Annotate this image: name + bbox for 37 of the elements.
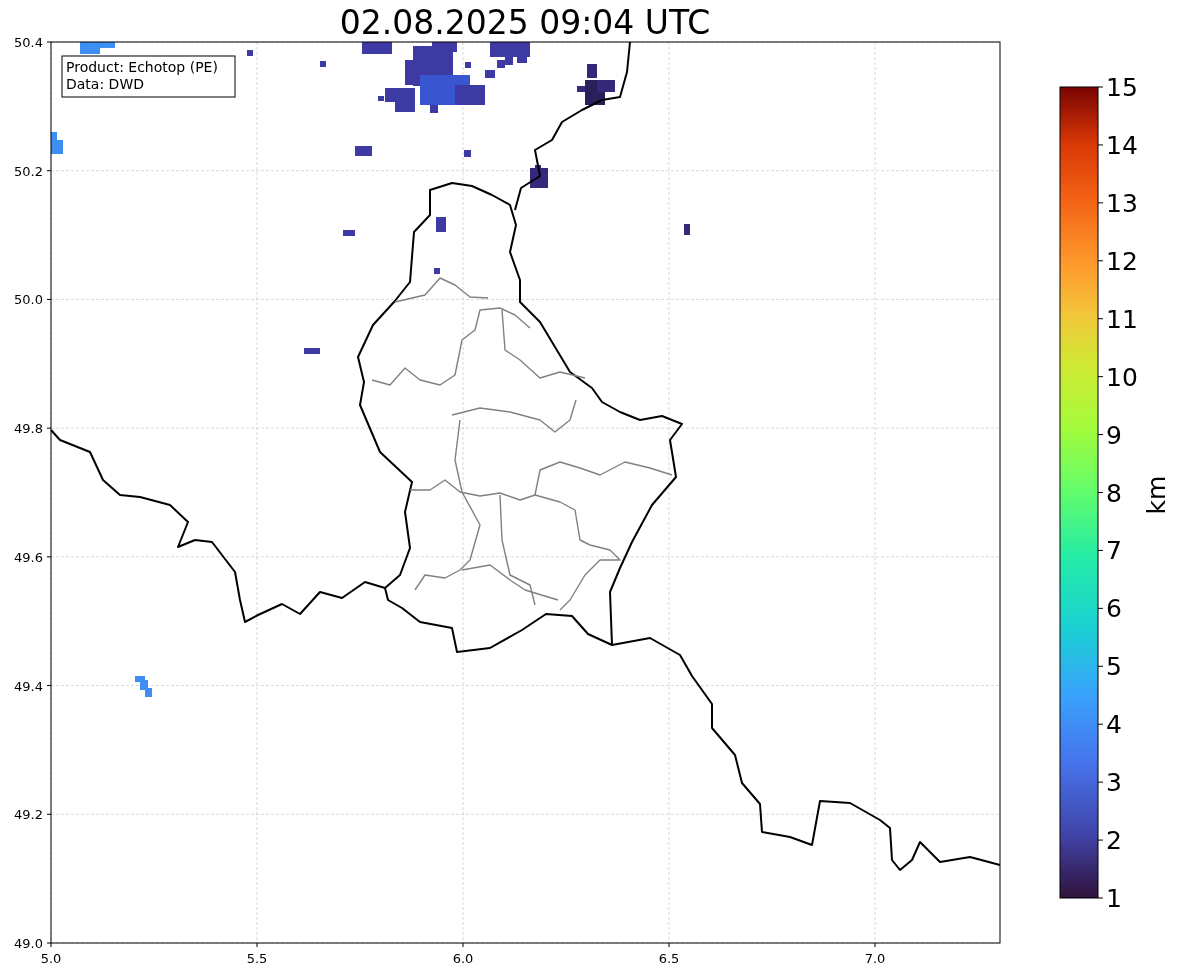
- chart-title: 02.08.2025 09:04 UTC: [339, 3, 711, 42]
- colorbar-tick-label: 2: [1106, 826, 1122, 856]
- colorbar-tick-label: 11: [1106, 304, 1138, 334]
- radar-echo: [80, 42, 115, 54]
- colorbar-tick-label: 5: [1106, 652, 1122, 682]
- y-axis-tick-label: 49.4: [14, 678, 43, 694]
- radar-echo: [577, 64, 615, 105]
- y-axis-tick-label: 50.2: [14, 163, 43, 179]
- colorbar-tick-label: 13: [1106, 188, 1138, 218]
- legend-text: Product: Echotop (PE): [66, 59, 218, 75]
- radar-echo: [684, 224, 690, 235]
- y-axis-tick-label: 49.0: [14, 936, 43, 951]
- colorbar-tick-label: 1: [1106, 884, 1122, 913]
- y-axis-tick-label: 49.2: [14, 807, 43, 823]
- colorbar-tick-label: 12: [1106, 246, 1138, 276]
- colorbar-tick-label: 7: [1106, 536, 1122, 566]
- radar-echo: [51, 132, 63, 154]
- x-axis-tick-label: 5.0: [40, 951, 62, 966]
- colorbar-tick-label: 15: [1106, 73, 1138, 102]
- colorbar-tick-label: 8: [1106, 478, 1122, 508]
- colorbar-tick-label: 10: [1106, 362, 1138, 392]
- radar-echo: [135, 676, 152, 697]
- x-axis-tick-label: 5.5: [246, 951, 268, 966]
- colorbar-tick-label: 14: [1106, 130, 1138, 160]
- colorbar-tick-label: 3: [1106, 768, 1122, 798]
- colorbar-tick-label: 4: [1106, 710, 1122, 740]
- x-axis-tick-label: 6.0: [452, 951, 474, 966]
- y-axis-tick-label: 49.6: [14, 549, 43, 565]
- colorbar-tick-label: 6: [1106, 594, 1122, 624]
- y-axis-tick-label: 50.0: [14, 292, 43, 308]
- x-axis-tick-label: 7.0: [864, 951, 886, 966]
- colorbar-tick-label: 9: [1106, 420, 1122, 450]
- x-axis-tick-label: 6.5: [658, 951, 680, 966]
- legend-text: Data: DWD: [66, 76, 144, 92]
- y-axis-tick-label: 49.8: [14, 421, 43, 437]
- y-axis-tick-label: 50.4: [14, 35, 43, 50]
- colorbar-label: km: [1142, 475, 1171, 515]
